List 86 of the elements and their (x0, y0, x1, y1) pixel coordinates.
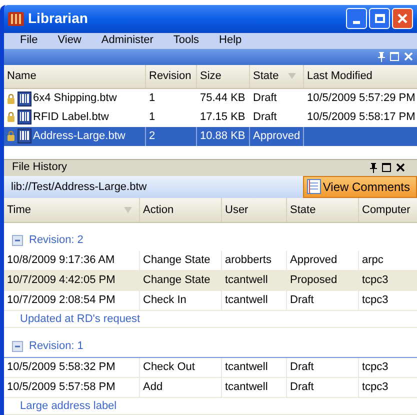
column-header[interactable]: Computer (359, 198, 417, 222)
table-cell-text: tcpc3 (362, 293, 388, 308)
group-title: Revision: 1 (29, 339, 84, 354)
table-cell-text: Draft (290, 293, 314, 308)
table-cell-text: arpc (362, 253, 384, 268)
table-cell-text: 10/7/2009 2:08:54 PM (7, 293, 116, 308)
history-row[interactable]: 10/5/2009 5:58:32 PM Check Out tcantwell Draft tcpc3 (4, 358, 417, 378)
table-cell-text: 10/5/2009 5:57:58 PM (7, 380, 116, 396)
table-cell-text: 1 (149, 91, 156, 106)
books-icon (8, 10, 24, 27)
table-cell-text: Draft (253, 91, 277, 106)
view-comments-button[interactable]: View Comments (302, 176, 417, 198)
menu-item[interactable]: View (58, 32, 82, 49)
table-cell-text: tcpc3 (362, 360, 388, 376)
table-cell-text: tcpc3 (362, 380, 388, 396)
column-header[interactable]: Name (4, 64, 146, 88)
file-row[interactable]: Address-Large.btw 2 10.88 KB Approved (4, 126, 417, 146)
table-cell-text: arobberts (225, 253, 272, 268)
table-cell-text: 10/7/2009 4:42:05 PM (7, 273, 116, 288)
panel-title: File History (12, 160, 68, 176)
menu-item[interactable]: Administer (101, 32, 154, 49)
table-cell-text: 10/5/2009 5:57:29 PM (307, 91, 416, 106)
table-cell-text: Draft (253, 110, 277, 126)
table-cell-text: 10/5/2009 5:58:32 PM (7, 360, 116, 376)
table-cell-text: Approved (290, 253, 338, 268)
table-cell-text: Draft (290, 380, 314, 396)
column-header[interactable]: Revision (146, 64, 197, 88)
close-icon[interactable] (396, 163, 405, 172)
comment-text: Updated at RD's request (20, 312, 140, 327)
table-cell-text: 6x4 Shipping.btw (33, 91, 117, 106)
close-icon (397, 13, 408, 24)
table-cell-text: Approved (253, 129, 300, 144)
table-cell-text: Check In (143, 293, 186, 308)
table-cell-text: tcantwell (225, 293, 268, 308)
maximize-icon[interactable] (382, 163, 391, 172)
window-title: Librarian (28, 9, 88, 28)
table-cell-text: tcantwell (225, 273, 268, 288)
table-cell-text: Change State (143, 253, 210, 268)
table-cell-text: Change State (143, 273, 210, 288)
table-cell-text: tcpc3 (362, 273, 388, 288)
table-cell-text: RFID Label.btw (33, 110, 109, 126)
table-cell-text: 2 (149, 129, 156, 144)
file-path: lib://Test/Address-Large.btw (11, 180, 147, 195)
table-cell-text: Add (143, 380, 163, 396)
table-cell-text: 75.44 KB (200, 91, 246, 106)
table-cell-text: tcantwell (225, 380, 268, 396)
table-cell-text: 10/8/2009 9:17:36 AM (7, 253, 115, 268)
column-header[interactable]: Size (197, 64, 250, 88)
lock-icon (7, 112, 15, 122)
maximize-button[interactable] (369, 8, 390, 30)
column-header[interactable]: State (287, 198, 359, 222)
group-title: Revision: 2 (29, 232, 84, 248)
document-icon (17, 128, 33, 144)
lock-icon (7, 94, 15, 104)
pin-icon[interactable] (370, 162, 377, 173)
column-header[interactable]: Time (4, 198, 140, 222)
notepad-icon (306, 179, 321, 194)
menu-item[interactable]: Tools (173, 32, 200, 49)
table-cell-text: Proposed (290, 273, 338, 288)
history-row[interactable]: 10/7/2009 2:08:54 PM Check In tcantwell Draft tcpc3 (4, 291, 417, 311)
column-header[interactable]: State (250, 64, 304, 88)
table-cell-text: 17.15 KB (200, 110, 246, 126)
close-button[interactable] (392, 8, 413, 30)
history-row[interactable]: 10/8/2009 9:17:36 AM Change State arobberts Approved arpc (4, 251, 417, 271)
lock-icon (7, 131, 15, 142)
table-cell-text: Draft (290, 360, 314, 376)
menu-item[interactable]: Help (219, 32, 242, 49)
table-cell-text: 10.88 KB (200, 129, 246, 144)
table-cell-text: Check Out (143, 360, 195, 376)
comment-text: Large address label (20, 398, 117, 414)
history-row[interactable]: 10/5/2009 5:57:58 PM Add tcantwell Draft tcpc3 (4, 378, 417, 398)
group-header[interactable]: Revision: 2 (4, 223, 417, 251)
minimize-button[interactable] (346, 8, 367, 30)
column-header[interactable]: Last Modified (304, 64, 417, 88)
document-icon (17, 90, 33, 107)
history-row[interactable]: 10/7/2009 4:42:05 PM Change State tcantwell Proposed tcpc3 (4, 271, 417, 291)
collapse-icon[interactable] (12, 341, 23, 352)
menu-item[interactable]: File (20, 32, 38, 49)
column-header[interactable]: Action (140, 198, 222, 222)
table-cell-text: 1 (149, 110, 156, 126)
collapse-icon[interactable] (12, 234, 23, 246)
table-cell-text: Address-Large.btw (33, 129, 126, 144)
column-header[interactable]: User (222, 198, 287, 222)
document-icon (17, 109, 33, 126)
table-cell-text: tcantwell (225, 360, 268, 376)
table-cell-text: 10/5/2009 5:58:17 PM (307, 110, 416, 126)
